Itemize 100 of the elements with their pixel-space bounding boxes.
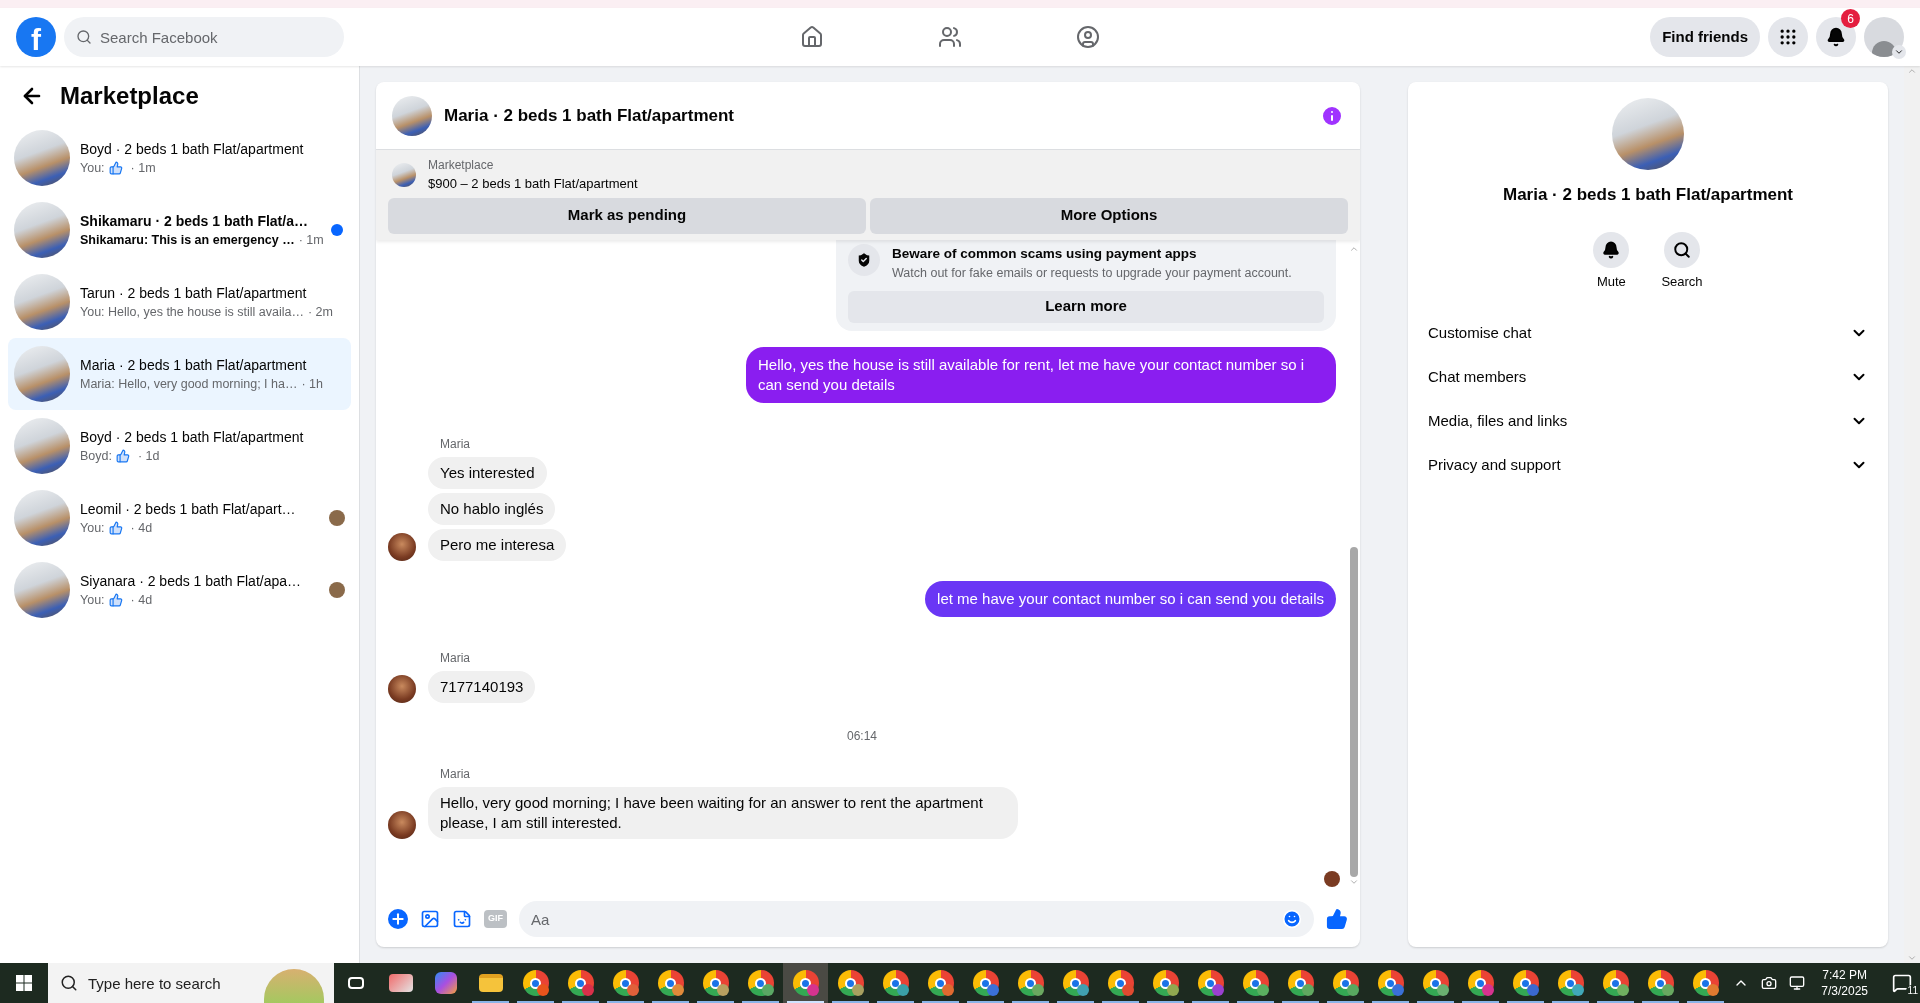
sender-name: Maria (440, 435, 471, 453)
conversation-item[interactable]: Leomil · 2 beds 1 bath Flat/apart… You: · 4d (8, 482, 351, 554)
message-preview: You: (80, 591, 105, 609)
message-time: · 1h (301, 375, 323, 393)
details-section[interactable]: Chat members (1424, 355, 1872, 399)
conversation-item[interactable]: Tarun · 2 beds 1 bath Flat/apartment You: Hello, yes the house is still availa… · 2m (8, 266, 351, 338)
conversation-title: Boyd · 2 beds 1 bath Flat/apartment (80, 139, 305, 159)
notification-badge: 6 (1841, 9, 1860, 28)
camera-icon[interactable] (1761, 975, 1778, 991)
search-icon (76, 29, 92, 45)
details-title: Maria · 2 beds 1 bath Flat/apartment (1503, 184, 1793, 206)
shield-icon (848, 243, 880, 276)
search-icon (1673, 240, 1691, 259)
apartment-photo (392, 95, 432, 136)
conversation-title: Boyd · 2 beds 1 bath Flat/apartment (80, 427, 305, 447)
message-field[interactable]: Aa (519, 901, 1314, 937)
clock-date: 7/3/2025 (1821, 983, 1868, 999)
conversation-item[interactable]: Siyanara · 2 beds 1 bath Flat/apa… You: · 4d (8, 554, 351, 626)
taskbar-app[interactable] (783, 963, 828, 1003)
search-field[interactable]: Search Facebook (64, 17, 344, 57)
caret-icon (1892, 45, 1906, 59)
message-time: · 1m (130, 159, 156, 177)
search-button[interactable] (1664, 231, 1700, 268)
home-icon (800, 25, 824, 49)
network-icon[interactable] (1789, 975, 1806, 991)
learn-more-button[interactable]: Learn more (848, 290, 1324, 323)
message-preview: You: (80, 159, 105, 177)
message-preview: Shikamaru: This is an emergency … (80, 231, 295, 249)
conversation-title: Tarun · 2 beds 1 bath Flat/apartment (80, 283, 308, 303)
find-friends-button[interactable]: Find friends (1650, 17, 1760, 57)
conversation-title: Siyanara · 2 beds 1 bath Flat/apa… (80, 571, 303, 591)
bell-icon (1602, 240, 1621, 259)
apartment-photo (14, 418, 70, 474)
sidebar-title: Marketplace (60, 81, 199, 111)
apartment-photo (14, 346, 70, 402)
message-time: · 4d (130, 519, 153, 537)
action-label: Search (1661, 272, 1703, 291)
conversation-title: Leomil · 2 beds 1 bath Flat/apart… (80, 499, 297, 519)
message-preview: Boyd: (80, 447, 112, 465)
apartment-photo (14, 562, 70, 618)
listing-action-button[interactable]: Mark as pending (388, 197, 866, 234)
conversation-item[interactable]: Boyd · 2 beds 1 bath Flat/apartment Boyd: · 1d (8, 410, 351, 482)
chat-title: Maria · 2 beds 1 bath Flat/apartment (444, 104, 735, 127)
received-message: Hello, very good morning; I have been waiting for an answer to rent the apartment please, I am still interested. (428, 786, 1018, 839)
sent-message: Hello, yes the house is still available for rent, let me have your contact number so i can send you details (746, 346, 1336, 403)
like-icon (108, 161, 123, 175)
conversation-item[interactable]: Boyd · 2 beds 1 bath Flat/apartment You: · 1m (8, 122, 351, 194)
grid-icon (1778, 27, 1798, 47)
message-time: · 4d (130, 591, 153, 609)
received-message: Yes interested (428, 456, 547, 489)
apartment-photo (14, 202, 70, 258)
sticker-icon[interactable] (452, 909, 472, 929)
profile-avatar[interactable] (1864, 17, 1904, 57)
like-icon (108, 593, 123, 607)
windows-icon (16, 975, 32, 991)
menu-button[interactable] (1768, 17, 1808, 57)
sent-message: let me have your contact number so i can send you details (925, 580, 1336, 617)
taskbar-search-field[interactable]: Type here to search (48, 963, 264, 1003)
clock-time: 7:42 PM (1822, 967, 1867, 983)
action-label: Mute (1596, 272, 1626, 291)
warning-text: Watch out for fake emails or requests to upgrade your payment account. (892, 264, 1292, 282)
person-avatar (388, 674, 416, 703)
listing-action-button[interactable]: More Options (870, 197, 1348, 234)
received-message: 7177140193 (428, 670, 536, 703)
received-message: No hablo inglés (428, 492, 556, 525)
notification-count: 11 (1905, 985, 1920, 997)
details-section[interactable]: Privacy and support (1424, 443, 1872, 487)
read-receipt-avatar (1324, 871, 1340, 887)
sender-name: Maria (440, 649, 471, 667)
apartment-photo (14, 130, 70, 186)
mute-button[interactable] (1593, 231, 1630, 268)
conversation-item[interactable]: Shikamaru · 2 beds 1 bath Flat/a… Shikamaru: This is an emergency … · 1m (8, 194, 351, 266)
listing-summary: $900 – 2 beds 1 bath Flat/apartment (428, 175, 638, 193)
groups-icon (1076, 25, 1100, 49)
friends-icon (938, 25, 962, 49)
conversation-title: Shikamaru · 2 beds 1 bath Flat/a… (80, 211, 309, 231)
image-icon[interactable] (420, 909, 440, 929)
details-section[interactable]: Customise chat (1424, 311, 1872, 355)
message-time: · 2m (307, 303, 333, 321)
received-message: Pero me interesa (428, 528, 567, 561)
details-section[interactable]: Media, files and links (1424, 399, 1872, 443)
warning-title: Beware of common scams using payment apps (892, 244, 1198, 263)
timestamp: 06:14 (846, 727, 878, 745)
like-icon (115, 449, 130, 463)
person-avatar (388, 532, 416, 561)
message-preview: Maria: Hello, very good morning; I ha… (80, 375, 298, 393)
person-avatar (388, 810, 416, 839)
apartment-photo (14, 274, 70, 330)
apartment-photo (14, 490, 70, 546)
apartment-photo (392, 162, 416, 187)
folder-icon (478, 974, 503, 992)
message-time: · 1d (137, 447, 160, 465)
like-icon[interactable] (1326, 908, 1348, 930)
logo[interactable]: f (16, 17, 56, 57)
add-icon[interactable] (388, 909, 408, 929)
conversation-title: Maria · 2 beds 1 bath Flat/apartment (80, 355, 308, 375)
like-icon (108, 521, 123, 535)
conversation-item[interactable]: Maria · 2 beds 1 bath Flat/apartment Maria: Hello, very good morning; I ha… · 1h (8, 338, 351, 410)
message-time: · 1m (298, 231, 324, 249)
message-preview: You: (80, 519, 105, 537)
